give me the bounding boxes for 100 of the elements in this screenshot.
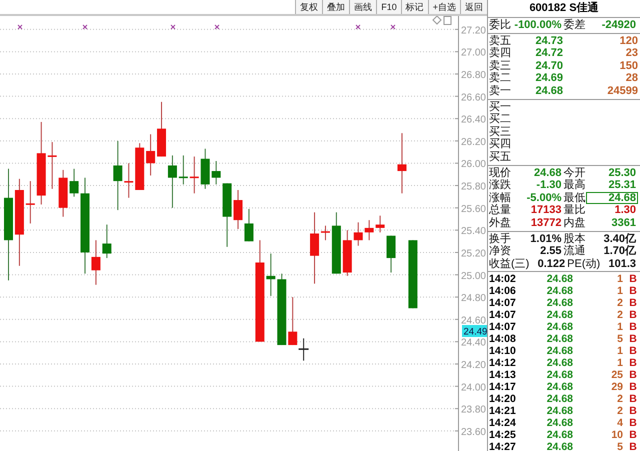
candle [244,208,254,242]
field-label: 卖一 [489,84,512,98]
field-label: 流通 [564,245,586,258]
trade-side: B [628,369,638,382]
toolbar-button[interactable]: 叠加 [322,0,350,14]
candle [397,132,406,194]
trade-time: 14:25 [489,429,517,442]
ask-price: 24.69 [534,72,564,85]
trade-side: B [628,357,638,370]
candle [354,222,363,246]
toolbar-button[interactable]: 返回 [460,0,487,14]
candle [190,156,199,194]
toolbar-button[interactable]: 复权 [295,0,322,14]
field-label: 买四 [489,138,512,151]
x-mark-icon [214,24,220,30]
field-label: 最高 [564,179,586,192]
axis-label: 26.60 [460,92,486,104]
candle [113,140,122,211]
candle [124,162,134,198]
trade-time: 14:07 [489,321,517,334]
field-label: PE(动) [567,258,600,270]
trade-price: 24.68 [546,417,573,430]
field-value: -1.30 [535,179,562,192]
trade-side: B [628,321,638,334]
trade-time: 14:08 [489,333,517,346]
candle [70,168,79,198]
field-value: 25.30 [607,166,637,180]
field-value: 1.30 [614,204,637,217]
field-value: 13772 [530,216,562,230]
x-mark-icon [356,24,360,30]
trade-time: 14:07 [489,309,517,322]
field-label: 买三 [489,126,512,138]
trade-side: B [628,285,638,298]
field-value: 3.40亿 [602,232,637,245]
ask-volume: 150 [618,60,638,72]
x-mark-icon [18,24,22,30]
candle [342,230,352,276]
trade-price: 24.68 [546,405,573,418]
field-label: 最低 [564,192,586,204]
trade-side: B [628,441,638,451]
candle [266,253,276,296]
axis-label: 27.00 [460,48,486,59]
diamond-icon [432,16,442,25]
field-label: 外盘 [489,216,511,230]
trade-time: 14:24 [489,417,517,430]
trade-volume: 2 [616,297,624,310]
axis-label: 24.80 [460,293,486,304]
trade-volume: 1 [616,345,624,358]
trade-price: 24.68 [546,441,573,451]
axis-label: 24.60 [460,315,486,326]
field-value: 25.31 [607,179,637,192]
field-value: -24920 [600,19,637,32]
field-label: 总量 [489,204,511,217]
trade-price: 24.68 [546,345,573,358]
trade-volume: 1 [616,285,624,298]
ask-price: 24.68 [534,84,564,98]
field-label: 内盘 [564,216,586,230]
toolbar-button[interactable]: 标记 [400,0,428,14]
ask-price: 24.72 [534,47,564,60]
field-label: 净资 [489,245,511,258]
field-label: 量比 [564,204,586,217]
candle [332,212,341,274]
toolbar-button[interactable]: F10 [376,0,401,14]
trade-time: 14:02 [489,273,517,286]
toolbar-button[interactable]: +自选 [428,0,460,14]
candle [146,134,156,176]
candle [102,224,112,259]
candle [212,160,221,185]
axis-label: 25.20 [460,248,486,260]
trade-price: 24.68 [546,357,573,370]
axis-label: 25.40 [460,226,486,238]
trade-volume: 25 [610,369,624,382]
trade-volume: 5 [616,441,624,451]
ask-volume: 24599 [606,84,638,98]
toolbar-button[interactable]: 画线 [349,0,376,14]
trade-volume: 5 [616,333,624,346]
trade-side: B [628,393,638,406]
field-label: 涨幅 [489,192,511,204]
candle [408,240,418,309]
trade-price: 24.68 [546,297,573,310]
trade-volume: 2 [616,405,624,418]
candle [376,215,385,233]
field-label: 卖二 [489,72,512,85]
field-label: 卖三 [489,60,512,72]
axis-label: 25.80 [460,182,486,193]
axis-label: 25.00 [460,270,486,282]
field-value: 1.01% [529,232,562,246]
field-value: 24.68 [586,192,638,204]
trade-price: 24.68 [546,381,573,394]
trade-time: 14:12 [489,357,517,370]
field-value: -5.00% [526,192,562,204]
trade-time: 14:06 [489,285,517,298]
axis-label: 25.60 [460,204,486,215]
field-label: 涨跌 [489,179,511,192]
trade-price: 24.68 [546,369,573,382]
field-label: 买一 [489,100,512,113]
axis-label: 23.80 [460,404,486,416]
trade-side: B [628,333,638,346]
candle [135,142,144,190]
trade-side: B [628,345,638,358]
